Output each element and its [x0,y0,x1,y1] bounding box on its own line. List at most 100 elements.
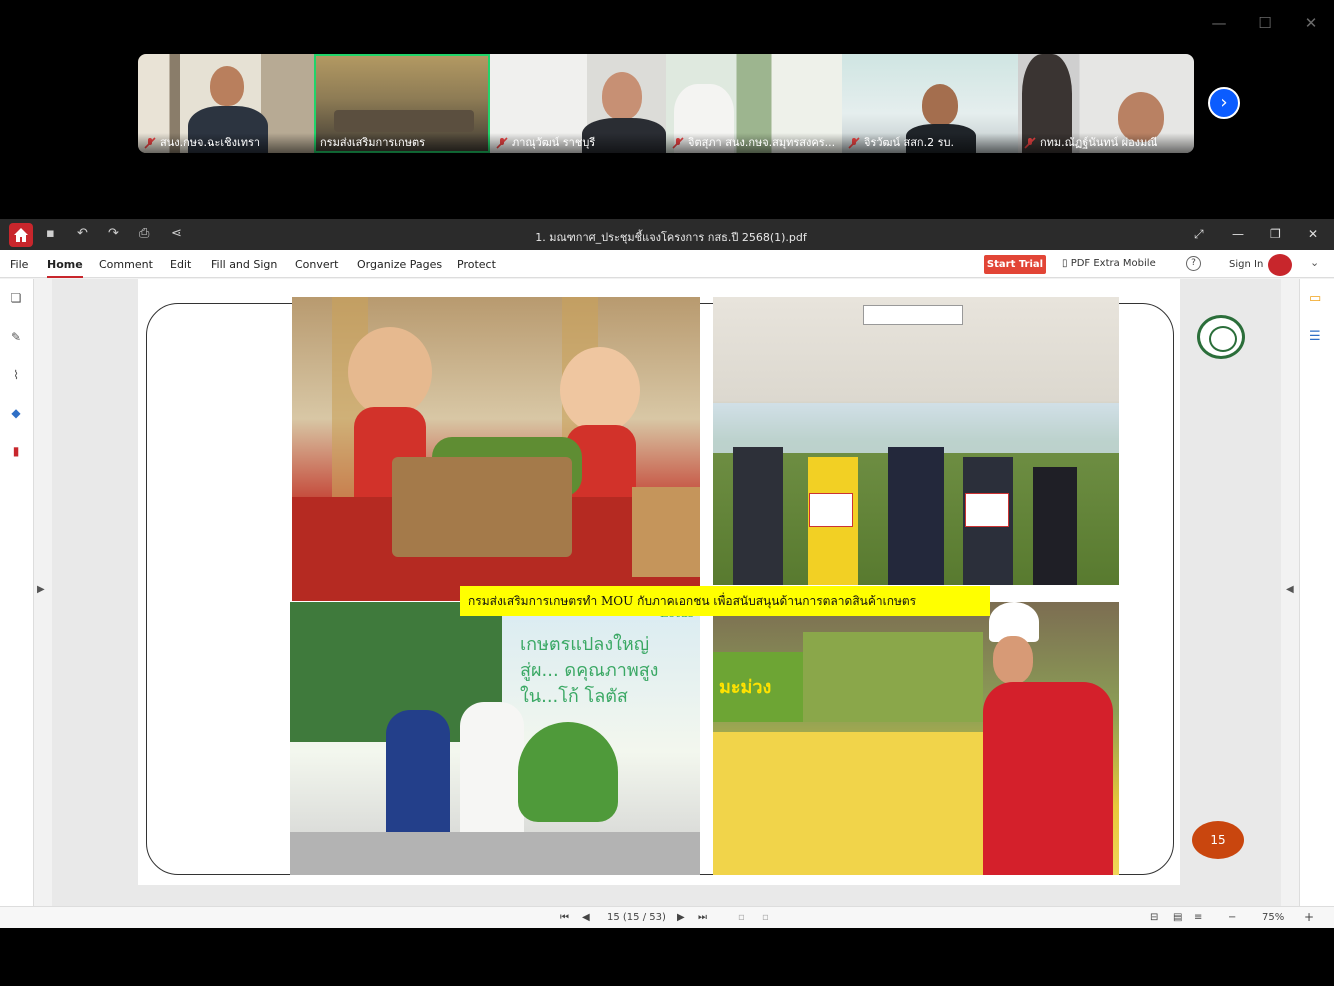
participant-tile[interactable]: จิรวัฒน์ สสก.2 รบ. [842,54,1018,153]
signed-document [809,493,853,527]
prev-page-icon[interactable]: ◀ [582,912,590,923]
banner-line: เกษตรแปลงใหญ่ [520,634,650,655]
menu-organize-pages[interactable]: Organize Pages [357,258,442,271]
air-conditioner [863,305,963,325]
zoom-out-button[interactable]: − [1228,912,1236,923]
pdf-extra-mobile-label: PDF Extra Mobile [1070,258,1156,269]
menu-file[interactable]: File [10,258,28,271]
zoom-in-button[interactable]: + [1304,910,1314,924]
next-participants-icon[interactable]: › [1208,87,1240,119]
menu-edit[interactable]: Edit [170,258,191,271]
attachment-icon[interactable]: ⌇ [9,368,23,382]
lotus-banner-text: เกษตรแปลงใหญ่ สู่ผ... ดคุณภาพสูง ใน...โก… [520,632,658,710]
banner-line: ใน...โก้ โลตัส [520,686,628,707]
mascot-head [348,327,432,417]
phone-icon: ▯ [1062,258,1071,269]
photo-mou-signing [713,297,1119,585]
signature-icon[interactable]: ✎ [9,330,23,344]
meeting-close-button[interactable]: ✕ [1296,14,1326,32]
vegetable-bundle [518,722,618,822]
insert-page-icon[interactable]: ▫ [738,912,745,923]
continuous-page-icon[interactable]: ≡ [1194,912,1202,923]
zoom-level[interactable]: 75% [1262,912,1284,923]
event-backdrop [713,403,1119,453]
person-suit [1033,467,1077,585]
person-suit [888,447,944,585]
menu-bar: File Home Comment Edit Fill and Sign Con… [0,250,1334,278]
document-title: 1. มณฑกาศ_ประชุมชี้แจงโครงการ กสธ.ปี 256… [535,231,807,244]
participant-name: ภาณุวัฒน์ ราชบุรี [490,133,666,153]
page-indicator[interactable]: 15 (15 / 53) [607,912,666,923]
close-button[interactable]: ✕ [1308,227,1318,241]
left-sidebar: ❏ ✎ ⌇ ◆ ▮ [0,279,34,906]
menu-fill-and-sign[interactable]: Fill and Sign [211,258,277,271]
produce-shelves [803,632,983,722]
expand-left-panel-icon[interactable]: ▶ [37,584,45,595]
participant-name: จิรวัฒน์ สสก.2 รบ. [842,133,1018,153]
participant-tile-active-speaker[interactable]: กรมส่งเสริมการเกษตร [314,54,490,153]
title-bar: ▪ ↶ ↷ ⎙ ⋖ 1. มณฑกาศ_ประชุมชี้แจงโครงการ … [0,219,1334,250]
screen: — ☐ ✕ สนง.กษจ.ฉะเชิงเทรา กรมส่งเสริมการเ… [0,0,1334,986]
wooden-cart [392,457,572,557]
truck [290,832,700,875]
comment-icon[interactable]: ▭ [1309,291,1321,306]
department-seal-logo [1197,315,1245,359]
expand-right-panel-icon[interactable]: ◀ [1286,584,1294,595]
photo-lotus-farmers: เกษตรแปลงใหญ่ สู่ผ... ดคุณภาพสูง ใน...โก… [290,602,700,875]
pdf-page: เกษตรแปลงใหญ่ สู่ผ... ดคุณภาพสูง ใน...โก… [138,279,1245,885]
page-number-badge: 15 [1192,821,1244,859]
next-page-icon[interactable]: ▶ [677,912,685,923]
participant-tile[interactable]: ภาณุวัฒน์ ราชบุรี [490,54,666,153]
start-trial-button[interactable]: Start Trial [984,255,1046,274]
fullscreen-icon[interactable]: ⤢ [1194,227,1204,242]
conference-table [334,110,474,132]
worker-red-shirt [983,682,1113,875]
menu-protect[interactable]: Protect [457,258,496,271]
mango-sign-text: มะม่วง [719,677,772,698]
participant-tile[interactable]: กทม.ณัฏฐ์นันทน์ ผ่องมณี [1018,54,1194,153]
menu-home[interactable]: Home [47,258,83,278]
participant-name: กทม.ณัฏฐ์นันทน์ ผ่องมณี [1018,133,1194,153]
sign-in-button[interactable]: Sign In [1229,259,1263,270]
layers-icon[interactable]: ◆ [9,406,23,420]
bookmark-icon[interactable]: ▮ [9,444,23,458]
meeting-minimize-button[interactable]: — [1204,14,1234,32]
first-page-icon[interactable]: ⏮ [560,912,569,923]
signed-document [965,493,1009,527]
photo-mango-supermarket: มะม่วง [713,602,1119,875]
mango-sign: มะม่วง [713,652,803,722]
wooden-crate [632,487,700,577]
participant-name: กรมส่งเสริมการเกษตร [314,133,490,153]
settings-sliders-icon[interactable]: ☰ [1309,329,1321,344]
restore-button[interactable]: ❐ [1270,227,1281,241]
menu-convert[interactable]: Convert [295,258,339,271]
banner-line: สู่ผ... ดคุณภาพสูง [520,660,659,681]
participant-face [922,84,958,126]
pages-icon[interactable]: ❏ [9,291,23,305]
avatar[interactable] [1268,254,1292,276]
person-suit [733,447,783,585]
reading-mode-icon[interactable]: ⊟ [1150,912,1158,923]
menu-comment[interactable]: Comment [99,258,153,271]
minimize-button[interactable]: — [1232,227,1244,241]
participant-name: จิตสุภา สนง.กษจ.สมุทรสงคร... [666,133,842,153]
slide-caption: กรมส่งเสริมการเกษตรทำ MOU กับภาคเอกชน เพ… [460,586,990,616]
document-viewer: เกษตรแปลงใหญ่ สู่ผ... ดคุณภาพสูง ใน...โก… [52,279,1281,906]
single-page-icon[interactable]: ▤ [1173,912,1182,923]
last-page-icon[interactable]: ⏭ [698,912,707,923]
participant-name: สนง.กษจ.ฉะเชิงเทรา [138,133,314,153]
chevron-down-icon[interactable]: ⌄ [1310,256,1319,269]
participant-strip: สนง.กษจ.ฉะเชิงเทรา กรมส่งเสริมการเกษตร ภ… [138,54,1194,153]
status-bar: ⏮ ◀ 15 (15 / 53) ▶ ⏭ ▫ ▫ ⊟ ▤ ≡ − 75% + [0,906,1334,928]
photo-mascots-market [292,297,700,601]
pdf-app-window: ▪ ↶ ↷ ⎙ ⋖ 1. มณฑกาศ_ประชุมชี้แจงโครงการ … [0,219,1334,928]
participant-tile[interactable]: จิตสุภา สนง.กษจ.สมุทรสงคร... [666,54,842,153]
help-icon[interactable]: ? [1186,256,1201,271]
right-sidebar: ▭ ☰ [1299,279,1334,906]
meeting-maximize-button[interactable]: ☐ [1250,14,1280,32]
pdf-extra-mobile-button[interactable]: ▯ PDF Extra Mobile [1062,258,1156,269]
worker-face [993,636,1033,684]
participant-tile[interactable]: สนง.กษจ.ฉะเชิงเทรา [138,54,314,153]
participant-face [210,66,244,106]
extract-page-icon[interactable]: ▫ [762,912,769,923]
